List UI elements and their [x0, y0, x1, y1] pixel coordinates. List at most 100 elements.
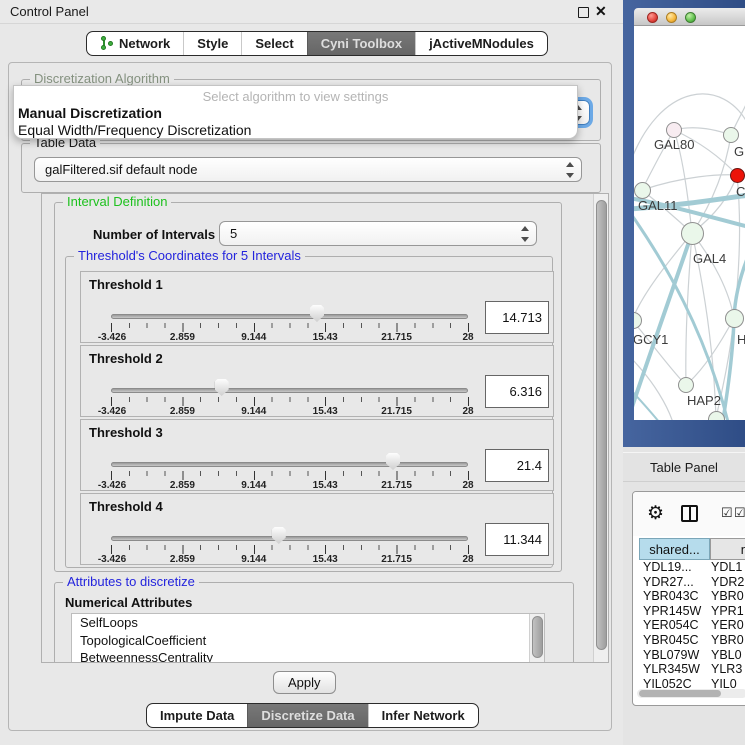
threshold-2-label: Threshold 2 [89, 351, 163, 366]
threshold-1-label: Threshold 1 [89, 277, 163, 292]
thresholds-group-title: Threshold's Coordinates for 5 Intervals [74, 249, 305, 263]
threshold-2-value-field[interactable]: 6.316 [485, 375, 549, 408]
control-panel-header: Control Panel ✕ [0, 0, 623, 24]
tab-impute-data[interactable]: Impute Data [147, 704, 247, 727]
table-data-combobox-value: galFiltered.sif default node [45, 162, 197, 177]
tab-jactivemnodules-label: jActiveMNodules [429, 36, 534, 51]
menu-item-equal-width-frequency[interactable]: Equal Width/Frequency Discretization [18, 122, 251, 138]
algorithm-dropdown-popup: Select algorithm to view settings Manual… [13, 85, 578, 139]
node-label-clipped-g: G [734, 144, 744, 159]
table-row[interactable]: YIL052CYIL0 [639, 677, 745, 688]
slider-scale-labels: -3.4262.8599.144 15.4321.71528 [111, 480, 468, 492]
table-data-group: Table Data galFiltered.sif default node [21, 143, 601, 193]
network-canvas[interactable]: GAL80 G C GAL11 GAL4 GCY1 H HAP2 [634, 26, 745, 420]
float-window-icon[interactable] [578, 7, 589, 18]
node-gal80[interactable] [666, 122, 682, 138]
threshold-4-value-field[interactable]: 11.344 [485, 523, 549, 556]
threshold-3-panel: Threshold 3 -3.4262.8599.144 15.4321.715… [80, 419, 554, 491]
panel-scrollbar-thumb[interactable] [596, 200, 607, 650]
table-horizontal-scrollbar-thumb[interactable] [639, 690, 721, 697]
interval-definition-group-title: Interval Definition [63, 195, 171, 209]
panel-scrollbar[interactable] [593, 194, 608, 663]
threshold-1-slider[interactable] [111, 314, 468, 319]
list-scrollbar-thumb[interactable] [532, 616, 543, 658]
tab-cyni-toolbox[interactable]: Cyni Toolbox [307, 32, 415, 55]
table-row[interactable]: YBR045CYBR0 [639, 633, 745, 648]
window-close-icon[interactable] [647, 12, 658, 23]
node-label-gal80: GAL80 [654, 137, 694, 152]
slider-scale-labels: -3.4262.8599.144 15.4321.71528 [111, 406, 468, 418]
threshold-1-panel: Threshold 1 -3.4262.8599.144 15.4321.715… [80, 271, 554, 343]
tab-select-label: Select [255, 36, 293, 51]
threshold-1-value-field[interactable]: 14.713 [485, 301, 549, 334]
tab-infer-network-label: Infer Network [382, 708, 465, 723]
table-row[interactable]: YDR27...YDR2 [639, 575, 745, 590]
slider-major-ticks [111, 471, 469, 480]
list-item[interactable]: TopologicalCoefficient [72, 632, 544, 650]
tab-infer-network[interactable]: Infer Network [368, 704, 478, 727]
node-label-clipped-c: C [736, 184, 745, 199]
table-row[interactable]: YPR145WYPR1 [639, 604, 745, 619]
table-toolbar: ⚙ ☑ ☑ [633, 492, 745, 536]
network-window-titlebar[interactable] [634, 8, 745, 26]
node-gal4[interactable] [681, 222, 704, 245]
control-panel-title: Control Panel [10, 4, 89, 19]
threshold-2-panel: Threshold 2 -3.4262.8599.144 15.4321.715… [80, 345, 554, 417]
node-top-right[interactable] [723, 127, 739, 143]
interval-definition-group: Interval Definition Number of Intervals … [54, 202, 562, 572]
table-row[interactable]: YBL079WYBL0 [639, 648, 745, 663]
node-gal11[interactable] [634, 182, 651, 199]
node-label-hap2: HAP2 [687, 393, 721, 408]
apply-button[interactable]: Apply [273, 671, 336, 694]
table-row[interactable]: YER054CYER0 [639, 618, 745, 633]
list-item[interactable]: SelfLoops [72, 614, 544, 632]
network-icon [100, 36, 113, 51]
thresholds-group: Threshold's Coordinates for 5 Intervals … [65, 256, 553, 568]
tab-network-label: Network [119, 36, 170, 51]
tab-style[interactable]: Style [183, 32, 241, 55]
tab-select[interactable]: Select [241, 32, 306, 55]
number-of-intervals-value: 5 [230, 226, 237, 241]
list-item[interactable]: BetweennessCentrality [72, 649, 544, 663]
column-header-name[interactable]: na [710, 538, 745, 560]
tab-network[interactable]: Network [87, 32, 183, 55]
settings-scroll-area: Interval Definition Number of Intervals … [41, 193, 609, 663]
window-minimize-icon[interactable] [666, 12, 677, 23]
threshold-3-label: Threshold 3 [89, 425, 163, 440]
threshold-4-label: Threshold 4 [89, 499, 163, 514]
threshold-4-slider[interactable] [111, 536, 468, 541]
gear-icon[interactable]: ⚙ [647, 502, 664, 525]
node-selected-red[interactable] [730, 168, 745, 183]
network-view-window: GAL80 G C GAL11 GAL4 GCY1 H HAP2 [623, 0, 745, 447]
attributes-group: Attributes to discretize Numerical Attri… [54, 582, 574, 663]
control-panel: Control Panel ✕ Network Style Select Cyn… [0, 0, 623, 745]
attributes-group-title: Attributes to discretize [63, 575, 199, 589]
close-icon[interactable]: ✕ [595, 3, 607, 20]
table-data-combobox[interactable]: galFiltered.sif default node [34, 157, 582, 182]
column-layout-icon[interactable] [681, 505, 698, 522]
numerical-attributes-label: Numerical Attributes [65, 595, 192, 610]
tab-discretize-data-label: Discretize Data [261, 708, 354, 723]
table-rows: YDL19...YDL1 YDR27...YDR2 YBR043CYBR0 YP… [639, 560, 745, 688]
menu-item-manual-discretization[interactable]: Manual Discretization [18, 105, 162, 121]
tab-jactivemnodules[interactable]: jActiveMNodules [415, 32, 547, 55]
numerical-attributes-list[interactable]: SelfLoops TopologicalCoefficient Between… [71, 613, 545, 663]
combo-stepper-icon [565, 162, 574, 178]
column-header-shared-name[interactable]: shared... [639, 538, 710, 560]
checkbox-icon[interactable]: ☑ [721, 505, 734, 521]
number-of-intervals-combobox[interactable]: 5 [219, 221, 537, 246]
table-horizontal-scrollbar[interactable] [637, 689, 745, 698]
table-row[interactable]: YBR043CYBR0 [639, 589, 745, 604]
threshold-2-slider[interactable] [111, 388, 468, 393]
table-row[interactable]: YDL19...YDL1 [639, 560, 745, 575]
window-zoom-icon[interactable] [685, 12, 696, 23]
threshold-3-value-field[interactable]: 21.4 [485, 449, 549, 482]
node-h[interactable] [725, 309, 744, 328]
checkbox-icon[interactable]: ☑ [734, 505, 745, 521]
threshold-3-slider[interactable] [111, 462, 468, 467]
node-hap2[interactable] [678, 377, 694, 393]
table-row[interactable]: YLR345WYLR3 [639, 662, 745, 677]
list-scrollbar[interactable] [529, 614, 544, 663]
table-header-row: shared... na [639, 538, 745, 560]
tab-discretize-data[interactable]: Discretize Data [247, 704, 367, 727]
